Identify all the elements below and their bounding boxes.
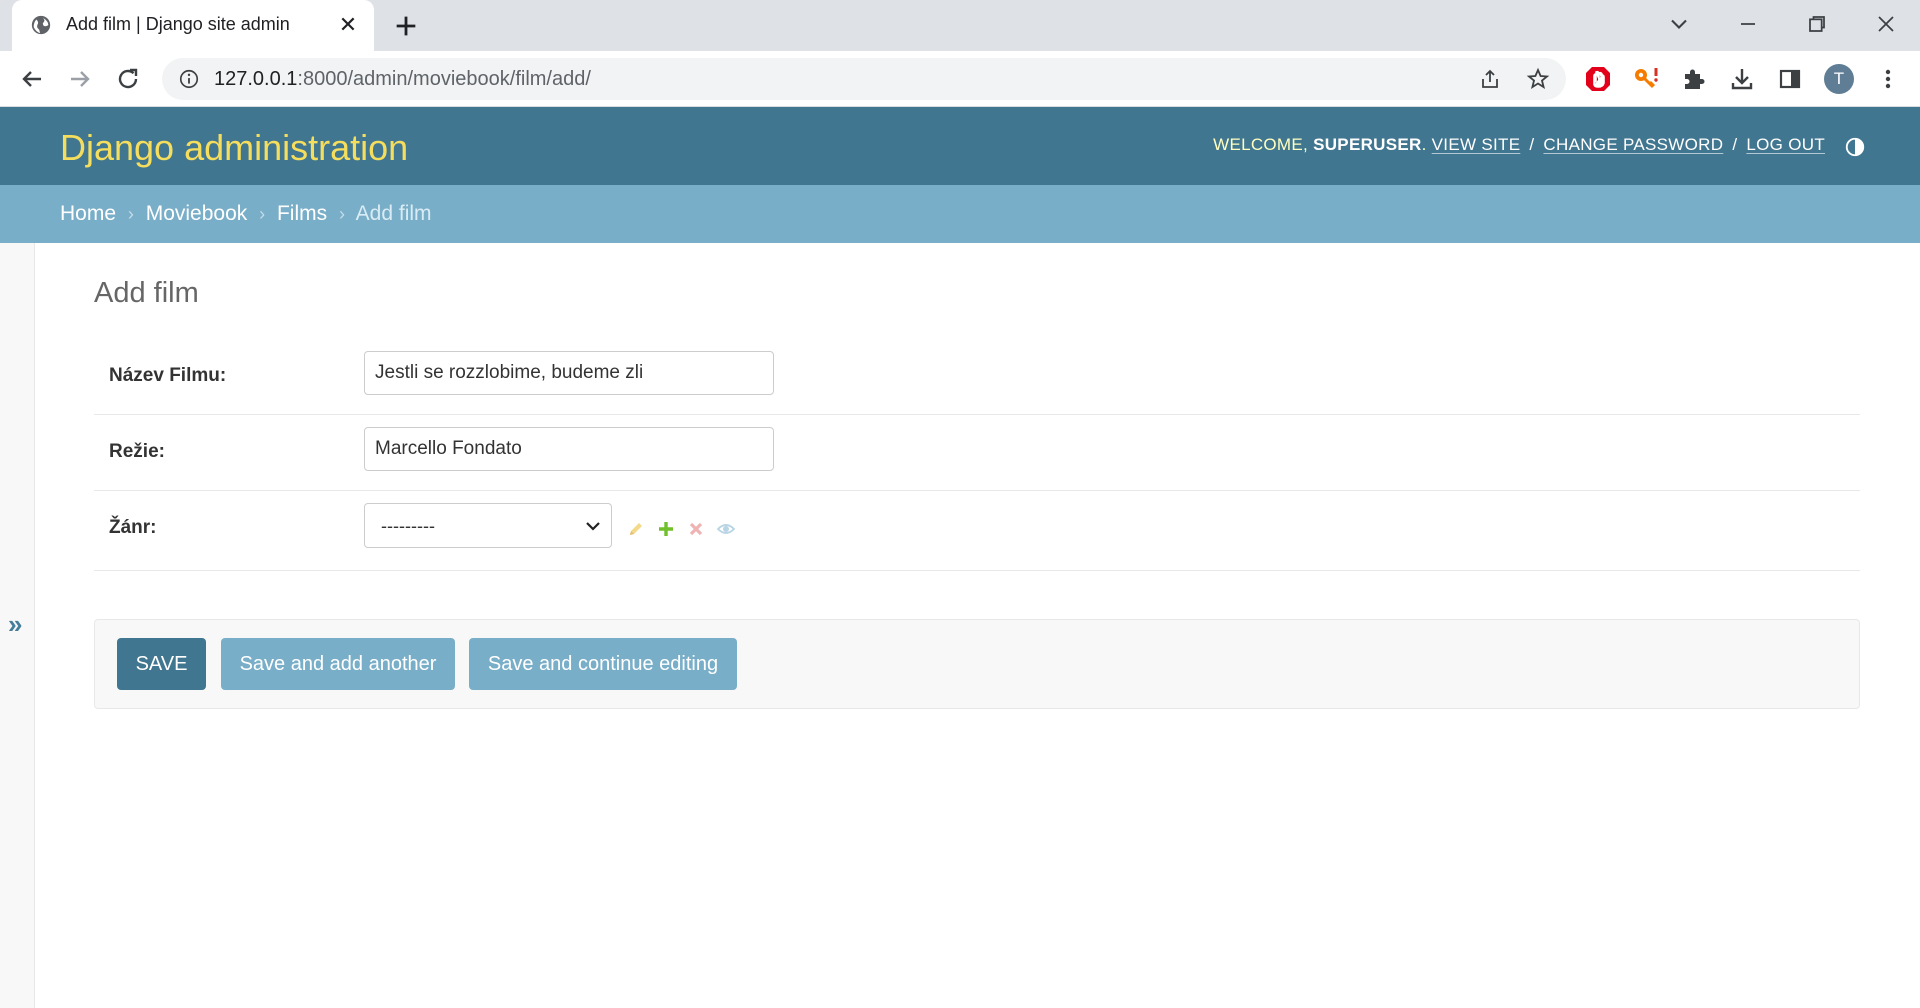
tab-search-icon[interactable] [1665, 10, 1693, 38]
profile-avatar[interactable]: T [1824, 64, 1854, 94]
form-row-zanr: Žánr: --------- [94, 491, 1860, 571]
page-title: Add film [94, 277, 199, 309]
breadcrumb-moviebook[interactable]: Moviebook [146, 202, 248, 225]
globe-icon [31, 15, 51, 35]
browser-tabstrip: Add film | Django site admin ✕ [0, 0, 1920, 51]
user-tools: Welcome, superuser. View site / Change p… [1213, 135, 1825, 154]
address-bar[interactable]: 127.0.0.1:8000/admin/moviebook/film/add/ [162, 58, 1566, 100]
film-form: Název Filmu: Režie: Žánr: --------- [94, 339, 1860, 571]
key-extension-icon[interactable] [1630, 63, 1662, 95]
menu-kebab-icon[interactable] [1872, 63, 1904, 95]
log-out-link[interactable]: Log out [1746, 135, 1825, 154]
view-site-link[interactable]: View site [1432, 135, 1521, 154]
share-icon[interactable] [1478, 67, 1502, 91]
add-related-plus-icon[interactable] [656, 519, 676, 539]
site-branding[interactable]: Django administration [60, 127, 408, 169]
breadcrumb-current: Add film [355, 202, 432, 225]
url-path: :8000/admin/moviebook/film/add/ [297, 68, 591, 90]
reload-icon[interactable] [112, 63, 144, 95]
save-button[interactable]: Save [117, 638, 206, 690]
separator: / [1529, 135, 1535, 154]
pencil-icon[interactable] [626, 519, 646, 539]
sidebar-toggle[interactable]: » [0, 243, 35, 1008]
view-related-eye-icon[interactable] [716, 519, 736, 539]
url-text[interactable]: 127.0.0.1:8000/admin/moviebook/film/add/ [214, 68, 591, 91]
delete-related-icon[interactable] [686, 519, 706, 539]
minimize-icon[interactable] [1734, 10, 1762, 38]
back-icon[interactable] [16, 63, 48, 95]
breadcrumb-films[interactable]: Films [277, 202, 327, 225]
breadcrumb-separator: › [338, 204, 345, 224]
browser-tab[interactable]: Add film | Django site admin ✕ [12, 0, 374, 51]
restore-icon[interactable] [1803, 10, 1831, 38]
admin-header: Django administration Welcome, superuser… [0, 107, 1920, 185]
side-panel-icon[interactable] [1774, 63, 1806, 95]
breadcrumb-separator: › [259, 204, 266, 224]
download-icon[interactable] [1726, 63, 1758, 95]
tab-title: Add film | Django site admin [66, 14, 290, 34]
change-password-link[interactable]: Change password [1543, 135, 1723, 154]
close-window-icon[interactable] [1872, 10, 1900, 38]
theme-toggle-icon[interactable] [1844, 136, 1866, 158]
extensions-puzzle-icon[interactable] [1678, 63, 1710, 95]
new-tab-icon[interactable] [392, 12, 420, 40]
nazev-label: Název Filmu: [109, 365, 227, 386]
form-row-rezie: Režie: [94, 415, 1860, 491]
site-info-icon[interactable] [178, 68, 200, 90]
bookmark-star-icon[interactable] [1526, 67, 1550, 91]
save-and-add-another-button[interactable]: Save and add another [221, 638, 455, 690]
breadcrumb-separator: › [127, 204, 134, 224]
separator: / [1732, 135, 1738, 154]
adblock-extension-icon[interactable] [1582, 63, 1614, 95]
submit-row: Save Save and add another Save and conti… [94, 619, 1860, 709]
browser-toolbar: 127.0.0.1:8000/admin/moviebook/film/add/… [0, 51, 1920, 107]
form-row-nazev: Název Filmu: [94, 339, 1860, 415]
zanr-select[interactable]: --------- [364, 503, 612, 548]
chevron-down-icon [586, 522, 600, 531]
rezie-input[interactable] [364, 427, 774, 471]
zanr-selected-value: --------- [381, 516, 435, 536]
username: superuser [1313, 135, 1422, 154]
forward-icon[interactable] [64, 63, 96, 95]
nazev-input[interactable] [364, 351, 774, 395]
rezie-label: Režie: [109, 441, 165, 462]
save-and-continue-button[interactable]: Save and continue editing [469, 638, 737, 690]
welcome-text: Welcome, [1213, 135, 1309, 154]
tab-close-icon[interactable]: ✕ [336, 13, 360, 37]
expand-sidebar-icon[interactable]: » [8, 609, 22, 640]
zanr-label: Žánr: [109, 517, 157, 538]
url-host: 127.0.0.1 [214, 68, 298, 90]
breadcrumb-home[interactable]: Home [60, 202, 116, 225]
breadcrumb: Home › Moviebook › Films › Add film [0, 185, 1920, 243]
